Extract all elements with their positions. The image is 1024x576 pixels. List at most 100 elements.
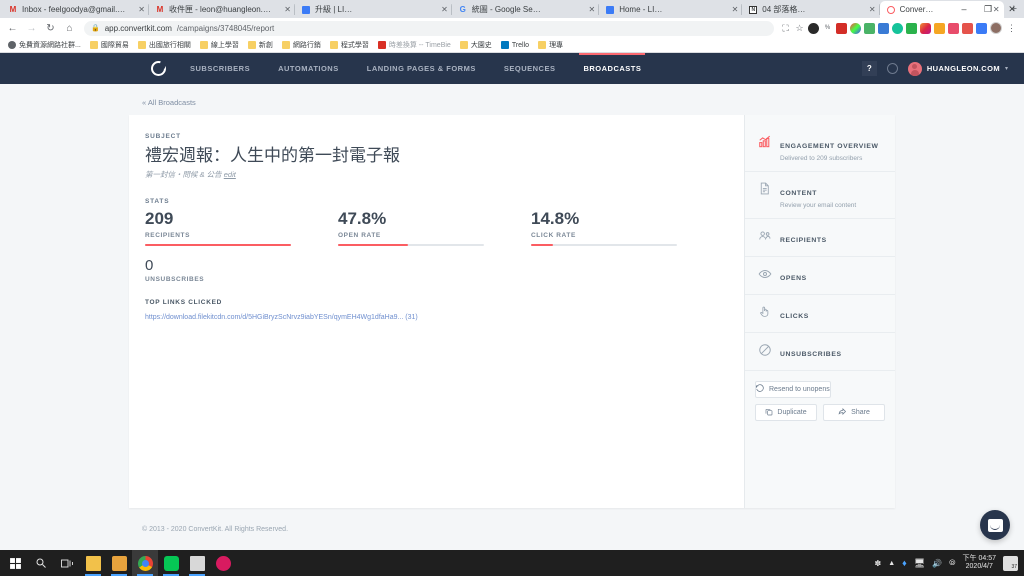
nav-item-automations[interactable]: AUTOMATIONS xyxy=(264,53,353,84)
taskbar-app-pink[interactable] xyxy=(210,550,236,576)
nav-item-subscribers[interactable]: SUBSCRIBERS xyxy=(176,53,264,84)
address-bar[interactable]: 🔒 app.convertkit.com/campaigns/3748045/r… xyxy=(84,20,774,36)
liner-icon xyxy=(301,5,311,15)
nav-item-broadcasts[interactable]: BROADCASTS xyxy=(569,53,655,84)
taskbar-app-chrome[interactable] xyxy=(132,550,158,576)
sidebar-item-recipients[interactable]: RECIPIENTS xyxy=(745,219,895,257)
search-icon[interactable] xyxy=(28,550,54,576)
bookmark-item[interactable]: 新創 xyxy=(244,40,277,50)
display-icon[interactable]: 🖥 xyxy=(914,558,925,569)
honey-icon[interactable] xyxy=(934,22,945,34)
bookmark-item[interactable]: 理專 xyxy=(534,40,567,50)
back-icon[interactable]: ← xyxy=(4,20,21,37)
marker-icon[interactable] xyxy=(948,22,959,34)
pushbullet-icon[interactable] xyxy=(864,22,875,34)
cast-icon[interactable]: ⛶ xyxy=(780,23,791,34)
browser-tab[interactable]: G 統圖 - Google Search ✕ xyxy=(451,1,600,18)
browser-tab[interactable]: M Inbox - feelgoodya@gmail.com ✕ xyxy=(2,1,149,18)
task-view-icon[interactable] xyxy=(54,550,80,576)
browser-tab[interactable]: Home - LINER ✕ xyxy=(599,1,743,18)
duplicate-button[interactable]: Duplicate xyxy=(755,404,817,421)
share-button[interactable]: Share xyxy=(823,404,885,421)
sidebar-item-desc: Review your email content xyxy=(780,202,857,209)
color-picker-icon[interactable] xyxy=(850,22,861,34)
tab-close-icon[interactable]: ✕ xyxy=(138,5,145,14)
edit-link[interactable]: edit xyxy=(224,170,236,179)
percent-icon[interactable]: % xyxy=(822,23,833,34)
nav-item-sequences[interactable]: SEQUENCES xyxy=(490,53,570,84)
volume-icon[interactable]: 🔊 xyxy=(932,559,942,568)
bookmark-item[interactable]: Trello xyxy=(497,41,533,49)
chevron-up-icon[interactable]: ▲ xyxy=(888,560,895,567)
convertkit-logo[interactable] xyxy=(140,61,176,76)
forward-icon[interactable]: → xyxy=(23,20,40,37)
dropbox-icon[interactable]: ♦ xyxy=(902,558,907,568)
url-domain: app.convertkit.com xyxy=(104,23,172,33)
tab-close-icon[interactable]: ✕ xyxy=(441,5,448,14)
minimize-button[interactable]: – xyxy=(952,0,976,18)
instagram-icon[interactable] xyxy=(920,22,931,34)
bookmark-item[interactable]: 線上學習 xyxy=(196,40,243,50)
nav-item-landing-pages-forms[interactable]: LANDING PAGES & FORMS xyxy=(353,53,490,84)
taskbar-clock[interactable]: 下午 04:57 2020/4/7 xyxy=(963,555,996,571)
kebab-menu-icon[interactable]: ⋮ xyxy=(1005,23,1018,34)
share-icon xyxy=(838,407,847,418)
windows-start-icon[interactable] xyxy=(2,550,28,576)
tab-close-icon[interactable]: ✕ xyxy=(869,5,876,14)
taskbar-app-line[interactable] xyxy=(158,550,184,576)
folder-icon xyxy=(281,41,290,49)
stat-value: 0 xyxy=(145,257,154,275)
action-center-icon[interactable]: 37 xyxy=(1003,555,1018,571)
liner-icon[interactable] xyxy=(976,22,987,34)
feedly-icon[interactable] xyxy=(906,22,917,34)
lastpass-icon[interactable] xyxy=(836,22,847,34)
tab-close-icon[interactable]: ✕ xyxy=(284,5,291,14)
bookmark-item[interactable]: 程式學習 xyxy=(326,40,373,50)
folder-icon xyxy=(538,41,547,49)
bookmark-item[interactable]: 免費資源網路社群... xyxy=(4,40,85,50)
stat-value: 14.8% xyxy=(531,209,580,229)
bookmark-star-icon[interactable]: ☆ xyxy=(794,23,805,34)
close-window-button[interactable]: ✕ xyxy=(1000,0,1024,18)
breadcrumb[interactable]: « All Broadcasts xyxy=(142,98,196,107)
maximize-button[interactable]: ❐ xyxy=(976,0,1000,18)
pen-icon[interactable]: ✽ xyxy=(874,559,881,568)
browser-tab[interactable]: 升級 | LINER ✕ xyxy=(295,1,452,18)
intercom-chat-icon[interactable] xyxy=(980,510,1010,540)
gmail-icon: M xyxy=(9,4,17,14)
sidebar-item-content[interactable]: CONTENT Review your email content xyxy=(745,172,895,219)
bookmark-item[interactable]: 國際貿易 xyxy=(86,40,133,50)
tab-close-icon[interactable]: ✕ xyxy=(732,5,739,14)
bookmark-item[interactable]: 出國旅行相關 xyxy=(134,40,195,50)
home-icon[interactable]: ⌂ xyxy=(61,20,78,37)
folder-icon xyxy=(247,41,256,49)
stats-row: 209 RECIPIENTS 47.8% OPEN RATE 14.8% CLI… xyxy=(145,209,724,247)
taskbar-app-outlook[interactable] xyxy=(106,550,132,576)
sidebar-item-engagement-overview[interactable]: ENGAGEMENT OVERVIEW Delivered to 209 sub… xyxy=(745,125,895,172)
profile-avatar-icon[interactable] xyxy=(990,22,1002,34)
browser-tab[interactable]: N 04 部落格文章 ✕ xyxy=(742,1,880,18)
sidebar-item-clicks[interactable]: CLICKS xyxy=(745,295,895,333)
notifications-icon[interactable] xyxy=(886,63,898,74)
tab-close-icon[interactable]: ✕ xyxy=(589,5,596,14)
sync-icon[interactable]: ⦾ xyxy=(949,558,955,568)
top-link-url[interactable]: https://download.filekitcdn.com/d/5HGiBr… xyxy=(145,314,418,321)
dark-reader-icon[interactable] xyxy=(808,22,819,34)
help-button[interactable]: ? xyxy=(861,61,877,76)
reload-icon[interactable]: ↻ xyxy=(42,20,59,37)
bookmark-label: 時差換算 -- TimeBie xyxy=(388,42,451,49)
taskbar-app-photos[interactable] xyxy=(184,550,210,576)
sidebar-item-opens[interactable]: OPENS xyxy=(745,257,895,295)
save-page-icon[interactable] xyxy=(878,22,889,34)
tomato-icon[interactable] xyxy=(962,22,973,34)
bookmark-item[interactable]: 大園史 xyxy=(456,40,496,50)
grammarly-icon[interactable] xyxy=(892,22,903,34)
sidebar-item-unsubscribes[interactable]: UNSUBSCRIBES xyxy=(745,333,895,371)
browser-tab[interactable]: M 收件匣 - leon@huangleon.com ✕ xyxy=(148,1,295,18)
account-menu[interactable]: HUANGLEON.COM ▾ xyxy=(907,61,1008,76)
bookmark-item[interactable]: 網路行銷 xyxy=(278,40,325,50)
taskbar-app-file-explorer[interactable] xyxy=(80,550,106,576)
resend-to-unopens-button[interactable]: Resend to unopens xyxy=(755,381,831,398)
bookmark-item[interactable]: 時差換算 -- TimeBie xyxy=(374,40,455,50)
bookmark-label: Trello xyxy=(511,41,530,49)
